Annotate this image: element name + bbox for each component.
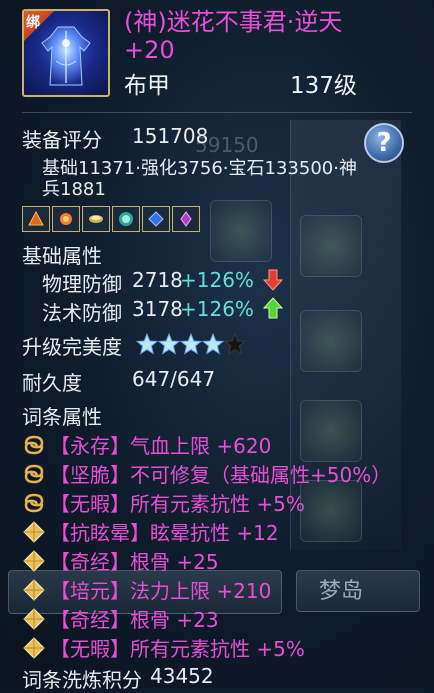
star-filled-icon <box>136 333 158 355</box>
affix-row: 【坚脆】不可修复（基础属性+50%） <box>22 459 391 488</box>
diamond-icon <box>23 520 45 543</box>
affix-row: 【无暇】所有元素抗性 +5% <box>22 633 305 662</box>
arrow-down-icon <box>262 269 284 291</box>
magic-defense-value: 3178 <box>132 297 183 321</box>
star-filled-icon <box>202 333 224 355</box>
physical-defense-value: 2718 <box>132 268 183 292</box>
durability-label: 耐久度 <box>22 371 82 395</box>
swirl-icon <box>24 435 44 454</box>
gem-gold-icon[interactable] <box>82 206 110 232</box>
affix-row: 【奇经】根骨 +23 <box>22 604 219 633</box>
affix-row: 【抗眩晕】眩晕抗性 +12 <box>22 517 279 546</box>
affix-text: 【抗眩晕】眩晕抗性 +12 <box>50 521 279 545</box>
bind-label: 绑 <box>26 15 40 31</box>
gem-sockets <box>22 206 200 232</box>
affix-text: 【奇经】根骨 +25 <box>50 550 219 574</box>
diamond-icon <box>23 549 45 572</box>
item-tooltip: 绑 (神)迷花不事君·逆天 +20 布甲 137级 装备评分 151708 ? … <box>0 0 434 692</box>
item-icon: 绑 <box>22 9 110 97</box>
affix-text: 【永存】气血上限 +620 <box>50 434 272 458</box>
affix-row: 【奇经】根骨 +25 <box>22 546 219 575</box>
affix-text: 【奇经】根骨 +23 <box>50 608 219 632</box>
swirl-icon <box>24 493 44 512</box>
help-button[interactable]: ? <box>364 123 404 163</box>
durability-value: 647/647 <box>132 367 216 391</box>
item-type: 布甲 <box>124 73 170 99</box>
gem-blue-icon[interactable] <box>142 206 170 232</box>
affix-row: 【培元】法力上限 +210 <box>22 575 271 604</box>
gem-purple-icon[interactable] <box>172 206 200 232</box>
perfection-stars <box>136 333 246 355</box>
perfection-label: 升级完美度 <box>22 335 122 359</box>
divider <box>22 112 412 113</box>
affix-row: 【永存】气血上限 +620 <box>22 430 271 459</box>
diamond-icon <box>23 636 45 659</box>
star-empty-icon <box>224 333 246 355</box>
affixes-label: 词条属性 <box>22 405 102 429</box>
rating-label: 装备评分 <box>22 128 102 152</box>
affix-text: 【无暇】所有元素抗性 +5% <box>50 492 305 516</box>
affix-text: 【培元】法力上限 +210 <box>50 579 272 603</box>
refine-label: 词条洗炼积分 <box>22 668 142 692</box>
star-filled-icon <box>180 333 202 355</box>
magic-defense-bonus: +126% <box>180 297 254 321</box>
star-filled-icon <box>158 333 180 355</box>
rating-breakdown: 基础11371·强化3756·宝石133500·神兵1881 <box>42 158 357 200</box>
refine-value: 43452 <box>150 664 214 688</box>
gem-fire-icon[interactable] <box>22 206 50 232</box>
base-attributes-label: 基础属性 <box>22 244 102 268</box>
magic-defense-label: 法术防御 <box>42 301 122 325</box>
affix-text: 【无暇】所有元素抗性 +5% <box>50 637 305 661</box>
gem-jade-icon[interactable] <box>112 206 140 232</box>
item-name: (神)迷花不事君·逆天 +20 <box>124 8 343 64</box>
gem-flame-icon[interactable] <box>52 206 80 232</box>
physical-defense-bonus: +126% <box>180 268 254 292</box>
swirl-icon <box>24 464 44 483</box>
robe-armor-icon <box>41 26 91 86</box>
diamond-icon <box>23 607 45 630</box>
rating-value: 151708 <box>132 124 209 148</box>
affix-text: 【坚脆】不可修复（基础属性+50%） <box>50 463 392 487</box>
item-level: 137级 <box>290 73 357 99</box>
physical-defense-label: 物理防御 <box>42 272 122 296</box>
affix-row: 【无暇】所有元素抗性 +5% <box>22 488 305 517</box>
diamond-icon <box>23 578 45 601</box>
arrow-up-icon <box>262 297 284 319</box>
